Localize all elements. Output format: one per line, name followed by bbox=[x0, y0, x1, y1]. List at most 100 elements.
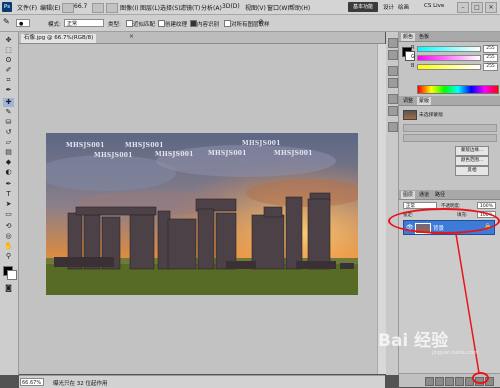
tab-adjustments[interactable]: 调整 bbox=[401, 97, 415, 105]
tab-color[interactable]: 颜色 bbox=[401, 33, 416, 41]
pen-tool-icon[interactable]: ✒ bbox=[3, 180, 14, 189]
close-icon[interactable]: ✕ bbox=[485, 2, 497, 13]
menu-file[interactable]: 文件(F) bbox=[17, 3, 37, 12]
arrange-button[interactable] bbox=[106, 3, 118, 13]
clone-stamp-tool-icon[interactable]: ⛁ bbox=[3, 118, 14, 127]
history-panel-icon[interactable] bbox=[388, 38, 398, 48]
blue-slider[interactable] bbox=[417, 64, 481, 70]
3d-orbit-tool-icon[interactable]: ◎ bbox=[3, 232, 14, 241]
vertical-scrollbar[interactable] bbox=[377, 44, 386, 374]
3d-panel-icon[interactable] bbox=[388, 122, 398, 132]
stonehenge-photo[interactable]: MHSJS001 MHSJS001 MHSJS001 MHSJS001 MHSJ… bbox=[46, 133, 358, 295]
healing-brush-tool-icon[interactable]: ✚ bbox=[3, 98, 14, 107]
pressure-icon[interactable]: ⊘ bbox=[258, 18, 264, 26]
cs-live-button[interactable]: CS Live bbox=[424, 3, 444, 9]
baidu-url-watermark: jingyan.baidu.com bbox=[432, 350, 479, 356]
zoom-display[interactable]: 66.7 bbox=[74, 3, 87, 10]
workspace-painting-link[interactable]: 绘画 bbox=[398, 3, 409, 11]
eyedropper-tool-icon[interactable]: ✒ bbox=[3, 86, 14, 95]
path-select-tool-icon[interactable]: ➤ bbox=[3, 200, 14, 209]
maximize-icon[interactable]: □ bbox=[471, 2, 483, 13]
history-brush-tool-icon[interactable]: ↺ bbox=[3, 128, 14, 137]
mode-select[interactable]: 正常 bbox=[64, 19, 104, 27]
document-tab[interactable]: 石像.jpg @ 66.7%(RGB/8) bbox=[21, 34, 97, 43]
green-slider[interactable] bbox=[417, 55, 481, 61]
clone-source-panel-icon[interactable] bbox=[388, 78, 398, 88]
menu-3d[interactable]: 3D(D) bbox=[222, 3, 240, 10]
crop-tool-icon[interactable]: ⌗ bbox=[3, 76, 14, 85]
approx-match-label: 近似匹配 bbox=[133, 22, 156, 28]
menu-image[interactable]: 图像(I) bbox=[120, 3, 138, 12]
background-color-swatch[interactable] bbox=[7, 270, 17, 280]
opacity-field[interactable]: 100% bbox=[477, 202, 496, 209]
add-mask-icon[interactable] bbox=[445, 377, 454, 386]
character-panel-icon[interactable] bbox=[388, 94, 398, 104]
red-value-field[interactable]: 255 bbox=[483, 45, 498, 53]
type-tool-icon[interactable]: T bbox=[3, 190, 14, 199]
tools-panel: ✥ ⬚ ʘ ✐ ⌗ ✒ ✚ ✎ ⛁ ↺ ▱ ▤ ◆ ◐ ✒ T ➤ ▭ ⟲ ◎ … bbox=[0, 32, 19, 375]
menu-analysis[interactable]: 分析(A) bbox=[201, 3, 222, 12]
actions-panel-icon[interactable] bbox=[388, 50, 398, 60]
quick-mask-icon[interactable]: ◙ bbox=[3, 284, 14, 293]
adjust-panel-tabs: 调整 蒙版 bbox=[399, 96, 500, 106]
link-layers-icon[interactable] bbox=[425, 377, 434, 386]
minimize-icon[interactable]: – bbox=[457, 2, 469, 13]
document-close-icon[interactable]: × bbox=[129, 33, 134, 40]
content-aware-radio[interactable] bbox=[190, 20, 197, 27]
mask-edge-button[interactable]: 蒙版边缘... bbox=[455, 146, 489, 156]
3d-rotate-tool-icon[interactable]: ⟲ bbox=[3, 222, 14, 231]
zoom-level-field[interactable]: 66.67% bbox=[20, 378, 44, 386]
workspace-essentials-button[interactable]: 基本功能 bbox=[348, 2, 378, 12]
brush-preset-picker[interactable]: ● bbox=[16, 19, 30, 27]
approx-match-radio[interactable] bbox=[126, 20, 133, 27]
watermark-text: MHSJS001 bbox=[274, 150, 313, 157]
menu-layer[interactable]: 图层(L) bbox=[140, 3, 160, 12]
red-slider[interactable] bbox=[417, 46, 481, 52]
shape-tool-icon[interactable]: ▭ bbox=[3, 210, 14, 219]
feather-slider[interactable] bbox=[403, 134, 497, 142]
mask-thumbnail bbox=[403, 110, 417, 120]
tab-swatches[interactable]: 色板 bbox=[417, 33, 431, 41]
tab-layers[interactable]: 图层 bbox=[401, 191, 416, 199]
menu-select[interactable]: 选择(S) bbox=[160, 3, 181, 12]
menu-view[interactable]: 视图(V) bbox=[245, 3, 266, 12]
dodge-tool-icon[interactable]: ◐ bbox=[3, 168, 14, 177]
density-slider[interactable] bbox=[403, 124, 497, 132]
paragraph-panel-icon[interactable] bbox=[388, 106, 398, 116]
green-value-field[interactable]: 255 bbox=[483, 54, 498, 62]
workspace-design-link[interactable]: 设计 bbox=[383, 3, 394, 11]
adjustment-layer-icon[interactable] bbox=[455, 377, 464, 386]
menu-window[interactable]: 窗口(W) bbox=[267, 3, 290, 12]
bridge-button[interactable] bbox=[62, 3, 74, 13]
gradient-tool-icon[interactable]: ▤ bbox=[3, 148, 14, 157]
color-range-button[interactable]: 颜色范围... bbox=[455, 156, 489, 166]
create-texture-radio[interactable] bbox=[158, 20, 165, 27]
type-label: 类型: bbox=[108, 22, 121, 28]
tab-paths[interactable]: 路径 bbox=[433, 191, 447, 199]
tab-channels[interactable]: 通道 bbox=[417, 191, 431, 199]
document-tab-bar: 石像.jpg @ 66.7%(RGB/8) × bbox=[19, 32, 385, 44]
brush-panel-icon[interactable] bbox=[388, 66, 398, 76]
blue-value-field[interactable]: 255 bbox=[483, 63, 498, 71]
sample-all-checkbox[interactable] bbox=[224, 20, 231, 27]
zoom-tool-icon[interactable]: ⚲ bbox=[3, 252, 14, 261]
invert-button[interactable]: 反相 bbox=[455, 166, 489, 176]
blur-tool-icon[interactable]: ◆ bbox=[3, 158, 14, 167]
hand-tool-icon[interactable]: ✋ bbox=[3, 242, 14, 251]
menu-help[interactable]: 帮助(H) bbox=[289, 3, 310, 12]
tab-masks[interactable]: 蒙版 bbox=[417, 97, 432, 105]
menu-filter[interactable]: 滤镜(T) bbox=[180, 3, 200, 12]
healing-brush-icon[interactable]: ✎ bbox=[3, 17, 10, 26]
lasso-tool-icon[interactable]: ʘ bbox=[3, 56, 14, 65]
brush-tool-icon[interactable]: ✎ bbox=[3, 108, 14, 117]
quick-select-tool-icon[interactable]: ✐ bbox=[3, 66, 14, 75]
menu-edit[interactable]: 编辑(E) bbox=[40, 3, 60, 12]
marquee-tool-icon[interactable]: ⬚ bbox=[3, 46, 14, 55]
layer-style-icon[interactable] bbox=[435, 377, 444, 386]
view-extras-button[interactable] bbox=[92, 3, 104, 13]
move-tool-icon[interactable]: ✥ bbox=[3, 36, 14, 45]
document-info[interactable]: 曝光只在 32 位起作用 bbox=[53, 379, 108, 387]
status-bar: 66.67% 曝光只在 32 位起作用 bbox=[19, 375, 385, 388]
eraser-tool-icon[interactable]: ▱ bbox=[3, 138, 14, 147]
color-spectrum-bar[interactable] bbox=[417, 85, 499, 94]
